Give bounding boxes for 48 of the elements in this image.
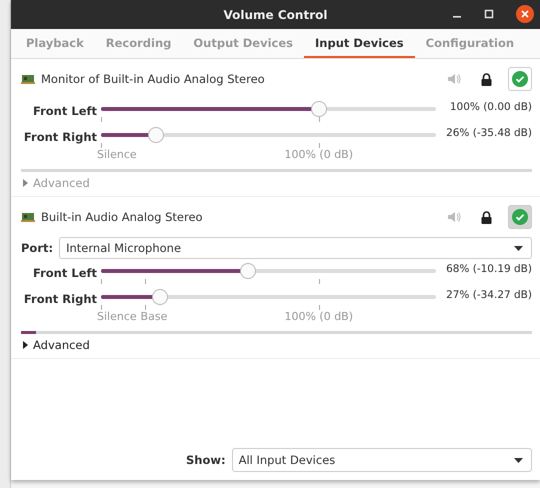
show-label: Show: [186, 453, 226, 467]
expander-arrow-icon [23, 341, 28, 349]
default-toggle-button[interactable] [508, 67, 532, 91]
tab[interactable]: Recording [94, 29, 182, 58]
slider-thumb[interactable] [152, 289, 168, 305]
channel-label: Front Left [32, 103, 98, 118]
device-name: Monitor of Built-in Audio Analog Stereo [41, 72, 266, 86]
channel-label: Front Right [22, 129, 98, 144]
lock-icon[interactable] [481, 72, 492, 86]
channel-label: Front Left [32, 265, 98, 280]
tab[interactable]: Input Devices [304, 29, 415, 58]
check-icon [512, 71, 528, 87]
slider-thumb[interactable] [310, 101, 327, 117]
slider-thumb[interactable] [240, 263, 256, 279]
port-dropdown[interactable]: Internal Microphone [59, 237, 532, 259]
check-icon [512, 209, 528, 225]
show-dropdown[interactable]: All Input Devices [232, 448, 532, 472]
volume-reading: 100% (0.00 dB) [448, 100, 532, 113]
dropdown-caret-icon [514, 246, 523, 250]
default-toggle-button[interactable] [508, 205, 532, 229]
slider-thumb[interactable] [148, 127, 164, 143]
volume-slider[interactable] [101, 101, 436, 117]
scale-label: 100% (0 dB) [284, 310, 354, 323]
scale-label: Base [140, 310, 168, 323]
tab[interactable]: Configuration [414, 29, 526, 58]
volume-reading: 68% (-10.19 dB) [445, 262, 532, 275]
port-label: Port: [21, 241, 54, 255]
tab[interactable]: Output Devices [182, 29, 304, 58]
advanced-expander[interactable]: Advanced [21, 334, 90, 358]
scale-label: Silence [97, 148, 137, 161]
volume-reading: 26% (-35.48 dB) [445, 126, 532, 139]
device-name: Built-in Audio Analog Stereo [41, 210, 204, 224]
sound-card-icon [21, 211, 35, 223]
lock-icon[interactable] [481, 210, 492, 224]
volume-slider[interactable] [101, 127, 436, 143]
channel-label: Front Right [22, 291, 98, 306]
volume-reading: 27% (-34.27 dB) [445, 288, 532, 301]
expander-arrow-icon [23, 179, 28, 187]
tab[interactable]: Playback [15, 29, 95, 58]
volume-slider[interactable] [101, 289, 436, 305]
sound-card-icon [21, 73, 35, 85]
close-icon[interactable] [516, 5, 534, 23]
window-title: Volume Control [224, 8, 328, 22]
dropdown-caret-icon [514, 458, 523, 462]
scale-label: Silence [97, 310, 137, 323]
maximize-icon[interactable] [484, 9, 494, 19]
scale-label: 100% (0 dB) [284, 148, 354, 161]
volume-slider[interactable] [101, 263, 436, 279]
